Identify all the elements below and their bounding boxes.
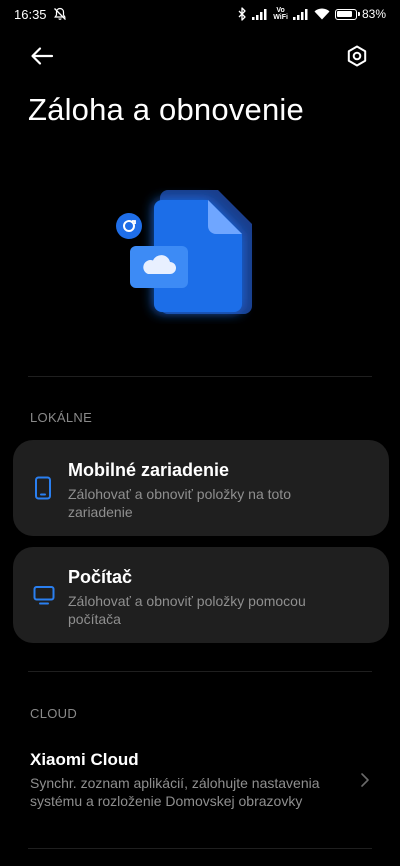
card-subtitle: Zálohovať a obnoviť položky pomocou počí… xyxy=(68,593,306,627)
toolbar xyxy=(0,40,400,74)
signal-icon xyxy=(292,9,308,20)
xiaomi-cloud-row[interactable]: Xiaomi Cloud Synchr. zoznam aplikácií, z… xyxy=(0,738,400,818)
status-bar: 16:35 Vo WiFi 83% xyxy=(0,0,400,28)
battery-percent: 83% xyxy=(361,7,386,21)
section-label-local: LOKÁLNE xyxy=(30,410,93,425)
back-button[interactable] xyxy=(28,42,56,70)
battery-level-fill xyxy=(337,11,352,17)
row-title: Xiaomi Cloud xyxy=(30,750,139,769)
status-bar-left: 16:35 xyxy=(14,7,67,22)
mobile-device-card[interactable]: Mobilné zariadenie Zálohovať a obnoviť p… xyxy=(13,440,389,536)
vowifi-bottom-label: WiFi xyxy=(273,14,288,21)
mute-icon xyxy=(53,7,66,20)
vowifi-top-label: Vo xyxy=(276,7,285,14)
backup-files-illustration xyxy=(116,190,252,314)
row-subtitle: Synchr. zoznam aplikácií, zálohujte nast… xyxy=(30,775,320,809)
divider xyxy=(28,671,372,672)
card-subtitle: Zálohovať a obnoviť položky na toto zari… xyxy=(68,486,291,520)
vowifi-icon: Vo WiFi xyxy=(273,7,288,21)
divider xyxy=(28,848,372,849)
card-title: Mobilné zariadenie xyxy=(68,460,230,480)
section-label-cloud: CLOUD xyxy=(30,706,78,721)
status-time: 16:35 xyxy=(14,6,47,22)
monitor-icon xyxy=(33,586,55,605)
gear-icon xyxy=(347,45,367,67)
bluetooth-icon xyxy=(238,7,246,21)
card-title: Počítač xyxy=(68,567,133,587)
backup-illustration xyxy=(110,184,260,324)
smartphone-icon xyxy=(35,476,51,500)
page-title: Záloha a obnovenie xyxy=(28,92,304,127)
battery-icon xyxy=(334,8,360,20)
divider xyxy=(28,376,372,377)
wifi-icon xyxy=(314,8,330,20)
signal-icon xyxy=(252,9,267,20)
settings-button[interactable] xyxy=(343,42,371,70)
status-bar-right: Vo WiFi 83% xyxy=(238,7,386,21)
computer-card[interactable]: Počítač Zálohovať a obnoviť položky pomo… xyxy=(13,547,389,643)
chevron-right-icon xyxy=(361,773,369,787)
arrow-left-icon xyxy=(31,47,54,65)
